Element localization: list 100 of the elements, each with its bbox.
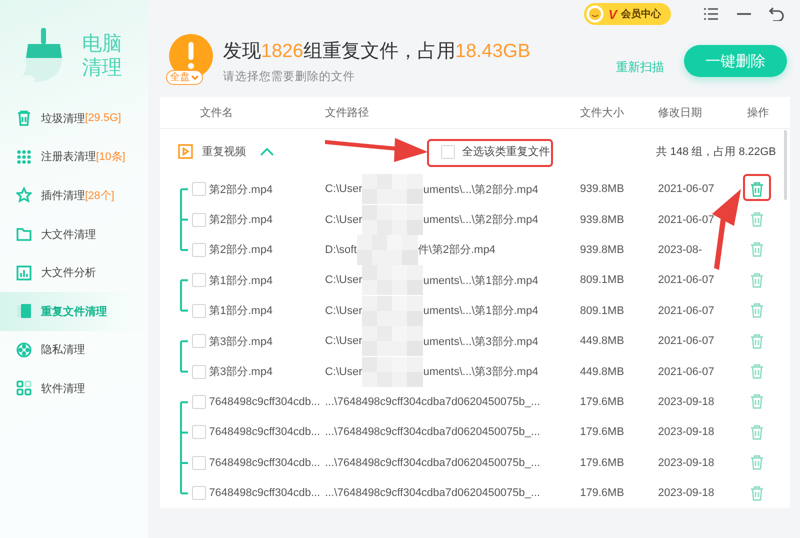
scrollbar[interactable] <box>784 130 787 200</box>
file-path: C:\User <box>325 304 362 317</box>
trash-icon[interactable] <box>750 334 764 349</box>
files-icon <box>16 303 32 320</box>
sidebar-label: 插件清理 <box>41 188 85 203</box>
modified-date: 2021-06-07 <box>658 183 716 196</box>
file-path: C:\User <box>325 335 362 348</box>
redaction-mosaic <box>362 356 424 387</box>
sidebar-item[interactable]: 隐私清理 <box>0 330 148 370</box>
checkbox[interactable] <box>192 212 206 227</box>
count-label: [28个] <box>85 188 114 203</box>
file-size: 449.8MB <box>580 366 626 378</box>
sidebar-item[interactable]: 垃圾清理[29.5G] <box>0 99 148 138</box>
category-name: 重复视频 <box>202 145 246 159</box>
sidebar-label: 大文件分析 <box>41 266 96 280</box>
column-header: 操作 <box>747 106 769 120</box>
sidebar-item[interactable]: 大文件分析 <box>0 253 148 292</box>
file-name: 第2部分.mp4 <box>209 242 274 258</box>
column-header: 修改日期 <box>658 106 703 120</box>
trash-icon[interactable] <box>750 242 764 258</box>
trash-icon[interactable] <box>750 182 764 197</box>
file-name: 第1部分.mp4 <box>209 304 274 318</box>
checkbox[interactable] <box>192 456 206 470</box>
member-center-button[interactable]: V 会员中心 <box>584 3 671 25</box>
modified-date: 2021-06-07 <box>658 274 716 286</box>
sidebar-label: 隐私清理 <box>41 343 85 358</box>
file-name: 7648498c9cff304cdb... <box>209 396 322 408</box>
file-path: ...\7648498c9cff304cdba7d0620450075b_... <box>325 456 540 469</box>
file-path: uments\...\第1部分.mp4 <box>423 274 538 288</box>
trash-icon[interactable] <box>750 212 764 228</box>
grid-icon <box>16 148 32 165</box>
file-name: 第1部分.mp4 <box>209 274 274 288</box>
file-name: 第3部分.mp4 <box>209 364 274 380</box>
sidebar-item[interactable]: 注册表清理[10条] <box>0 138 148 176</box>
checkbox[interactable] <box>192 486 206 500</box>
column-header: 文件大小 <box>580 106 625 120</box>
file-name: 7648498c9cff304cdb... <box>209 426 322 438</box>
redaction-mosaic <box>356 234 418 265</box>
sidebar-label: 重复文件清理 <box>41 304 107 319</box>
file-name: 7648498c9cff304cdb... <box>209 487 322 500</box>
modified-date: 2023-09-18 <box>658 396 716 408</box>
file-size: 179.6MB <box>580 456 626 469</box>
checkbox[interactable] <box>192 304 206 318</box>
file-name: 第2部分.mp4 <box>209 182 274 197</box>
trash-icon[interactable] <box>750 364 764 380</box>
checkbox[interactable] <box>192 182 206 196</box>
modified-date: 2023-09-18 <box>658 426 716 438</box>
file-path: uments\...\第2部分.mp4 <box>423 182 538 197</box>
minimize-icon[interactable] <box>737 12 751 16</box>
file-path: uments\...\第3部分.mp4 <box>423 334 538 349</box>
sidebar-label: 大文件清理 <box>41 228 96 242</box>
sidebar-item[interactable]: 大文件清理 <box>0 214 148 254</box>
star-icon <box>16 187 32 204</box>
file-path: uments\...\第1部分.mp4 <box>423 304 538 318</box>
back-icon[interactable] <box>769 7 784 21</box>
column-header: 文件名 <box>200 106 234 120</box>
sidebar-item[interactable]: 软件清理 <box>0 369 148 408</box>
trash-icon[interactable] <box>750 424 764 440</box>
trash-icon[interactable] <box>750 486 764 501</box>
app-title: 电脑 <box>82 32 122 56</box>
redaction-mosaic <box>362 204 424 235</box>
file-path: uments\...\第3部分.mp4 <box>423 364 538 380</box>
modified-date: 2023-09-18 <box>658 487 716 500</box>
folder-icon <box>16 226 32 242</box>
checkbox[interactable] <box>192 273 206 288</box>
app-title: 清理 <box>82 56 122 80</box>
file-size: 179.6MB <box>580 426 626 438</box>
apps-icon <box>16 380 32 396</box>
redaction-mosaic <box>362 326 424 356</box>
checkbox[interactable] <box>192 425 206 440</box>
summary-title: 发现1826组重复文件，占用18.43GB <box>223 40 530 64</box>
file-size: 939.8MB <box>580 214 626 226</box>
trash-icon[interactable] <box>750 394 764 410</box>
checkbox[interactable] <box>192 364 206 379</box>
checkbox[interactable] <box>192 242 206 257</box>
file-size: 179.6MB <box>580 396 626 408</box>
video-icon <box>178 144 193 159</box>
modified-date: 2023-08- <box>658 244 704 256</box>
sidebar-label: 软件清理 <box>41 382 85 396</box>
redaction-mosaic <box>362 265 424 296</box>
file-path: uments\...\第2部分.mp4 <box>423 212 538 228</box>
trash-icon[interactable] <box>750 272 764 288</box>
modified-date: 2021-06-07 <box>658 304 716 317</box>
select-all-label: 全选该类重复文件 <box>462 144 550 159</box>
chevron-up-icon[interactable] <box>260 148 274 156</box>
highlight-frame <box>743 174 771 201</box>
menu-icon[interactable] <box>703 7 719 21</box>
checkbox[interactable] <box>441 144 455 158</box>
checkbox[interactable] <box>192 334 206 348</box>
file-path: ...\7648498c9cff304cdba7d0620450075b_... <box>325 426 540 438</box>
redaction-mosaic <box>362 174 424 204</box>
checkbox[interactable] <box>192 394 206 409</box>
trash-icon <box>16 110 32 126</box>
trash-icon[interactable] <box>750 455 764 470</box>
vip-label: 会员中心 <box>621 7 661 21</box>
vip-letter: V <box>608 6 617 22</box>
file-size: 809.1MB <box>580 274 626 286</box>
sidebar-label: 垃圾清理 <box>41 112 85 126</box>
sidebar-item[interactable]: 插件清理[28个] <box>0 176 148 215</box>
trash-icon[interactable] <box>750 303 764 318</box>
